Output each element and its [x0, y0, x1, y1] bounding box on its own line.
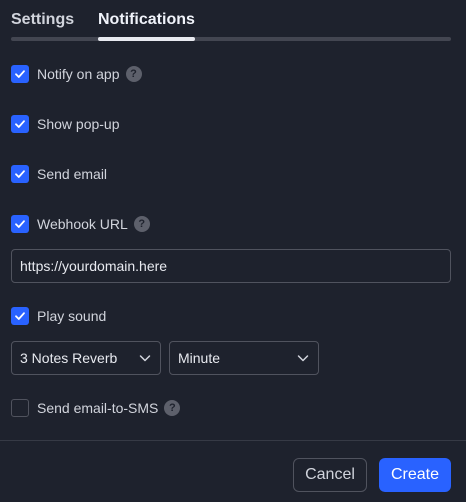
- tab-settings[interactable]: Settings: [11, 10, 74, 30]
- notify-on-app-label: Notify on app: [37, 66, 120, 82]
- notify-on-app-checkbox[interactable]: [11, 65, 29, 83]
- question-circle-icon[interactable]: ?: [164, 400, 181, 416]
- show-popup-checkbox[interactable]: [11, 115, 29, 133]
- tab-bar: Settings Notifications: [11, 0, 451, 41]
- sound-select-value: 3 Notes Reverb: [20, 350, 118, 366]
- play-sound-label: Play sound: [37, 308, 107, 324]
- webhook-url-checkbox[interactable]: [11, 215, 29, 233]
- sound-select[interactable]: 3 Notes Reverb: [11, 341, 161, 375]
- notify-on-app-option[interactable]: Notify on app ?: [11, 64, 142, 84]
- question-circle-icon[interactable]: ?: [133, 216, 150, 232]
- tab-active-indicator: [98, 37, 195, 41]
- cancel-button[interactable]: Cancel: [293, 458, 367, 492]
- check-icon: [15, 220, 25, 228]
- create-button[interactable]: Create: [379, 458, 451, 492]
- check-icon: [15, 120, 25, 128]
- tab-notifications[interactable]: Notifications: [98, 10, 195, 30]
- send-email-option[interactable]: Send email: [11, 164, 107, 184]
- play-sound-option[interactable]: Play sound: [11, 306, 106, 326]
- sound-duration-select[interactable]: Minute: [169, 341, 319, 375]
- send-email-checkbox[interactable]: [11, 165, 29, 183]
- check-icon: [15, 312, 25, 320]
- tab-track: [11, 37, 451, 41]
- webhook-url-input[interactable]: [11, 249, 451, 283]
- send-email-to-sms-checkbox[interactable]: [11, 399, 29, 417]
- send-email-to-sms-option[interactable]: Send email-to-SMS ?: [11, 398, 181, 418]
- play-sound-checkbox[interactable]: [11, 307, 29, 325]
- send-email-to-sms-label: Send email-to-SMS: [37, 400, 159, 416]
- chevron-down-icon: [297, 355, 309, 362]
- chevron-down-icon: [139, 355, 151, 362]
- show-popup-label: Show pop-up: [37, 116, 120, 132]
- show-popup-option[interactable]: Show pop-up: [11, 114, 120, 134]
- send-email-label: Send email: [37, 166, 108, 182]
- check-icon: [15, 70, 25, 78]
- webhook-url-option[interactable]: Webhook URL ?: [11, 214, 150, 234]
- alert-notifications-dialog: Settings Notifications Notify on app ? S…: [0, 0, 466, 502]
- webhook-url-label: Webhook URL: [37, 216, 128, 232]
- check-icon: [15, 170, 25, 178]
- question-circle-icon[interactable]: ?: [125, 66, 142, 82]
- footer-divider: [0, 440, 466, 441]
- sound-duration-value: Minute: [178, 350, 221, 366]
